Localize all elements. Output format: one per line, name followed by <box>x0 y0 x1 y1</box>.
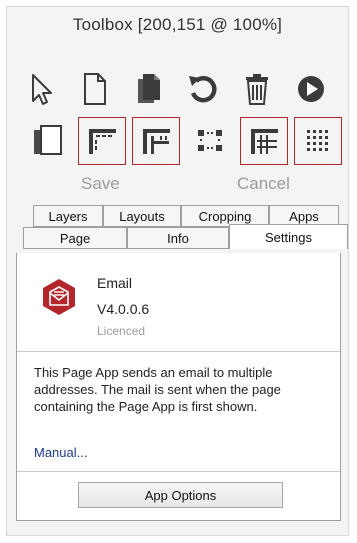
corner-dots-icon <box>198 130 222 151</box>
grid-ruler-icon <box>143 129 170 154</box>
delete-button[interactable] <box>233 65 281 113</box>
tab-layouts[interactable]: Layouts <box>103 205 181 227</box>
dot-grid-icon <box>307 130 328 151</box>
duplicate-page-icon <box>34 125 62 155</box>
new-page-button[interactable] <box>71 65 119 113</box>
preview-button[interactable] <box>287 65 335 113</box>
app-version: V4.0.0.6 <box>97 301 150 317</box>
copy-page-button[interactable] <box>125 65 173 113</box>
email-app-icon <box>39 277 79 322</box>
app-license-status: Licenced <box>97 324 146 338</box>
trash-icon <box>246 74 268 105</box>
duplicate-page-button[interactable] <box>25 117 73 165</box>
corner-dots-button[interactable] <box>186 117 234 165</box>
tab-info[interactable]: Info <box>127 227 229 249</box>
grid-lines-icon <box>251 129 278 154</box>
grid-lines-button[interactable] <box>240 117 288 165</box>
play-icon <box>298 76 324 102</box>
settings-panel: Email V4.0.0.6 Licenced This Page App se… <box>16 253 341 521</box>
undo-button[interactable] <box>179 65 227 113</box>
corner-ruler-button[interactable] <box>78 117 126 165</box>
dot-grid-button[interactable] <box>294 117 342 165</box>
manual-link[interactable]: Manual... <box>34 445 87 460</box>
undo-icon <box>189 75 217 103</box>
divider <box>17 351 340 352</box>
save-button[interactable]: Save <box>81 174 120 194</box>
tab-layers[interactable]: Layers <box>33 205 103 227</box>
pointer-tool-button[interactable] <box>17 65 65 113</box>
window-title: Toolbox [200,151 @ 100%] <box>72 15 283 34</box>
copy-page-icon <box>138 74 160 103</box>
app-options-button[interactable]: App Options <box>78 482 283 508</box>
corner-ruler-icon <box>89 129 116 154</box>
new-page-icon <box>84 73 106 105</box>
app-name: Email <box>97 275 133 291</box>
grid-ruler-button[interactable] <box>132 117 180 165</box>
cancel-button[interactable]: Cancel <box>237 174 290 194</box>
tab-settings[interactable]: Settings <box>229 224 348 249</box>
pointer-arrow-icon <box>32 74 52 105</box>
app-description: This Page App sends an email to multiple… <box>34 365 281 414</box>
divider <box>17 471 340 472</box>
tab-page[interactable]: Page <box>23 227 127 249</box>
